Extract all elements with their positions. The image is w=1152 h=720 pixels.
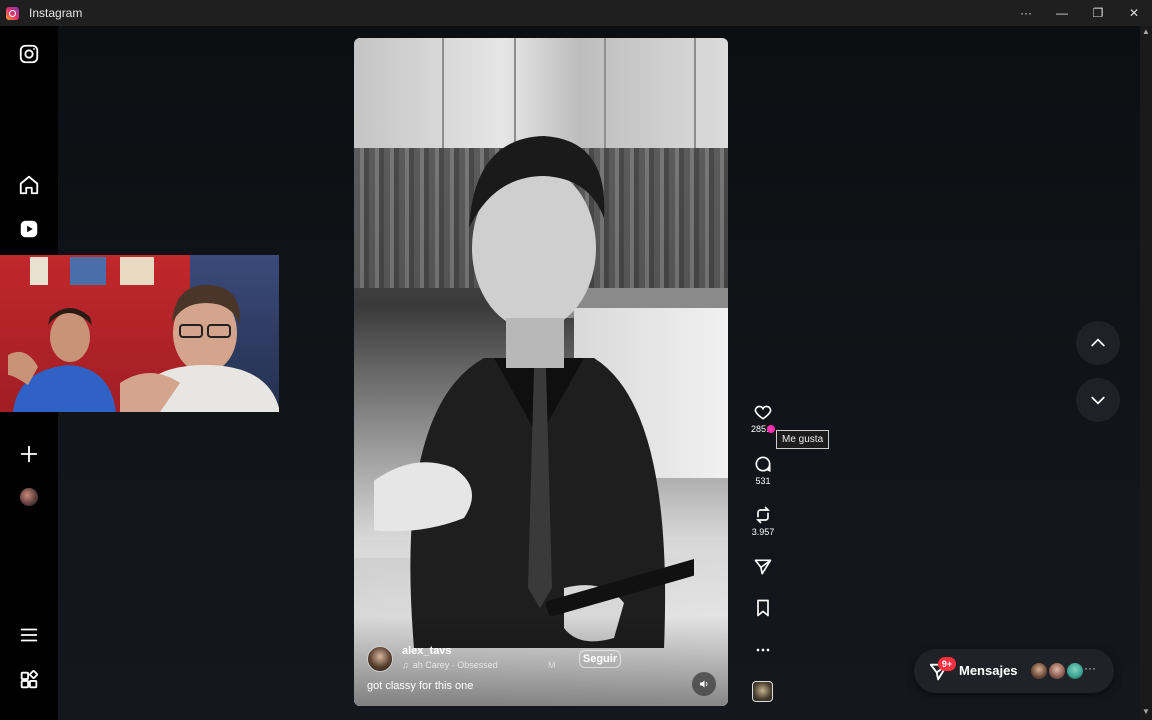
next-reel-button[interactable]: [1076, 378, 1120, 422]
comment-action[interactable]: 531: [746, 454, 780, 486]
cursor-indicator: [767, 425, 775, 433]
reel-author-avatar[interactable]: [367, 646, 393, 672]
share-icon: [754, 559, 772, 575]
share-action[interactable]: [746, 557, 780, 577]
reel-music-title: ah Carey · Obsessed: [412, 660, 498, 670]
repost-action[interactable]: 3.957: [746, 505, 780, 537]
previous-reel-button[interactable]: [1076, 321, 1120, 365]
comment-icon: [755, 456, 771, 473]
title-bar: Instagram ··· — ❐ ✕: [0, 0, 1152, 26]
home-icon[interactable]: [17, 173, 41, 197]
reel-music-extra: M: [548, 660, 556, 670]
window-controls: ··· — ❐ ✕: [1008, 0, 1152, 26]
more-contacts-indicator: ···: [1084, 661, 1096, 675]
messages-label: Mensajes: [959, 663, 1018, 678]
audio-thumbnail[interactable]: [752, 681, 773, 702]
contact-avatar: [1047, 661, 1067, 681]
reel-video[interactable]: alex_tavs ♫ ah Carey · Obsessed M Seguir…: [354, 38, 728, 706]
contact-avatar: [1029, 661, 1049, 681]
person-figure: [374, 136, 694, 648]
chevron-up-icon: [1091, 338, 1105, 347]
messages-button[interactable]: 9+ Mensajes ···: [914, 649, 1114, 693]
more-action[interactable]: [746, 640, 780, 660]
follow-button[interactable]: Seguir: [579, 650, 621, 668]
apps-icon[interactable]: [17, 668, 41, 692]
reels-icon[interactable]: [17, 217, 41, 241]
profile-avatar[interactable]: [20, 488, 38, 506]
comment-count: 531: [755, 476, 771, 486]
create-icon[interactable]: [17, 442, 41, 466]
minimize-button[interactable]: —: [1044, 0, 1080, 26]
contact-avatar: [1065, 661, 1085, 681]
music-note-icon: ♫: [402, 660, 409, 670]
scrollbar[interactable]: ▲ ▼: [1140, 26, 1152, 720]
scroll-up-arrow-icon[interactable]: ▲: [1142, 28, 1150, 36]
chevron-down-icon: [1091, 396, 1105, 405]
heart-icon: [754, 405, 772, 420]
more-options-button[interactable]: ···: [1008, 0, 1044, 26]
more-dots-icon: [756, 648, 770, 652]
close-button[interactable]: ✕: [1116, 0, 1152, 26]
webcam-overlay: [0, 255, 279, 412]
instagram-logo-icon[interactable]: [17, 42, 41, 66]
repost-icon: [755, 506, 771, 524]
bookmark-icon: [757, 599, 769, 617]
repost-count: 3.957: [751, 527, 775, 537]
messages-badge: 9+: [938, 657, 956, 671]
reel-caption: got classy for this one: [367, 680, 474, 692]
sound-toggle-button[interactable]: [692, 672, 716, 696]
scroll-down-arrow-icon[interactable]: ▼: [1142, 708, 1150, 716]
volume-icon: [700, 680, 708, 688]
menu-icon[interactable]: [17, 623, 41, 647]
instagram-app-icon: [6, 6, 19, 20]
window-title: Instagram: [29, 6, 83, 20]
restore-button[interactable]: ❐: [1080, 0, 1116, 26]
reel-music-line[interactable]: ♫ ah Carey · Obsessed: [402, 660, 498, 670]
reel-username[interactable]: alex_tavs: [402, 645, 452, 657]
save-action[interactable]: [746, 598, 780, 618]
like-tooltip: Me gusta: [776, 430, 830, 449]
